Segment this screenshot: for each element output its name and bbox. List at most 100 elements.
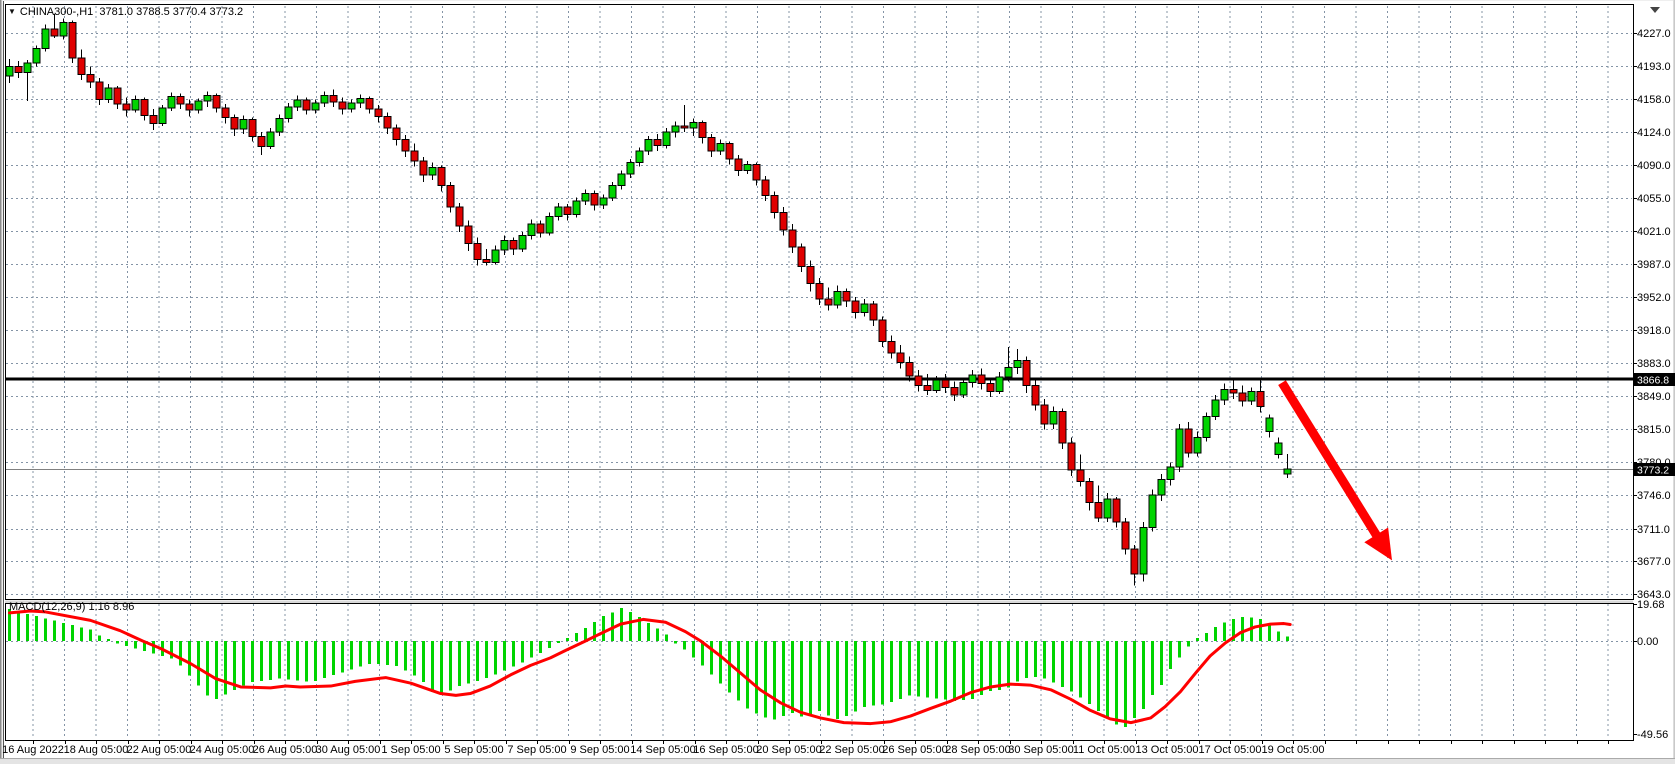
candle-body [303, 100, 310, 110]
macd-bar [305, 641, 308, 682]
candle-body [807, 266, 814, 283]
candle-body [681, 126, 688, 128]
macd-bar [1277, 632, 1280, 641]
price-tick-label: 3815.0 [1637, 424, 1671, 436]
candle-body [420, 161, 427, 175]
candle-body [600, 198, 607, 205]
time-tick-label: 22 Aug 05:00 [127, 744, 192, 756]
candle-body [60, 22, 67, 35]
candle-body [798, 247, 805, 266]
macd-bar [404, 641, 407, 671]
macd-bar [1214, 627, 1217, 641]
time-tick-label: 16 Aug 2022 [2, 744, 64, 756]
candle-body [591, 193, 598, 205]
macd-bar [80, 627, 83, 641]
candle-body [213, 95, 220, 107]
candle-body [321, 95, 328, 103]
macd-bar [926, 641, 929, 697]
macd-bar [827, 641, 830, 715]
macd-bar [899, 641, 902, 699]
macd-bar [1286, 637, 1289, 641]
candle-body [105, 88, 112, 100]
macd-bar [458, 641, 461, 686]
candle-body [393, 128, 400, 140]
macd-bar [989, 641, 992, 691]
candle-body [1095, 503, 1102, 518]
candle-body [1077, 470, 1084, 482]
time-tick-label: 19 Oct 05:00 [1262, 744, 1325, 756]
macd-bar [188, 641, 191, 676]
macd-bar [1169, 641, 1172, 669]
macd-bar [26, 614, 29, 641]
time-tick-label: 17 Oct 05:00 [1199, 744, 1262, 756]
macd-bar [98, 636, 101, 641]
macd-bar [341, 641, 344, 672]
candle-body [555, 207, 562, 217]
candle-body [276, 118, 283, 131]
candle-body [123, 104, 130, 110]
candle-body [1140, 528, 1147, 574]
macd-bar [287, 641, 290, 679]
candle-body [744, 165, 751, 171]
candle-body [672, 126, 679, 132]
macd-bar [35, 616, 38, 641]
macd-bar [269, 641, 272, 680]
price-tick-label: 3711.0 [1637, 524, 1670, 536]
candle-body [564, 207, 571, 215]
macd-bar [215, 641, 218, 699]
chart-canvas[interactable]: 4227.04193.04158.04124.04090.04055.04021… [0, 0, 1675, 764]
macd-bar [746, 641, 749, 708]
time-tick-label: 16 Sep 05:00 [693, 744, 758, 756]
macd-bar [530, 641, 533, 658]
candle-body [195, 101, 202, 110]
macd-bar [800, 641, 803, 716]
macd-bar [476, 641, 479, 681]
candle-body [771, 195, 778, 212]
price-tick-label: 3952.0 [1637, 292, 1671, 304]
candle-body [546, 216, 553, 232]
candle-body [411, 151, 418, 161]
macd-bar [683, 641, 686, 650]
price-tick-label: 3677.0 [1637, 556, 1671, 568]
price-tick-label: 3987.0 [1637, 259, 1671, 271]
macd-bar [944, 641, 947, 700]
time-tick-label: 7 Sep 05:00 [507, 744, 566, 756]
candle-body [510, 240, 517, 249]
macd-bar [881, 641, 884, 705]
price-tick-label: 4055.0 [1637, 193, 1671, 205]
macd-bar [1196, 638, 1199, 641]
macd-bar [1142, 641, 1145, 709]
macd-bar [1079, 641, 1082, 697]
candle-body [1122, 522, 1129, 549]
candle-body [1221, 389, 1228, 400]
candle-body [942, 380, 949, 388]
macd-bar [1187, 641, 1190, 647]
macd-bar [467, 641, 470, 684]
window-bottom-edge [0, 759, 1675, 764]
symbol-dropdown-icon[interactable]: ▼ [8, 7, 16, 16]
candle-body [852, 301, 859, 313]
candle-body [33, 48, 40, 62]
symbol-quote-text: CHINA300-,H1 3781.0 3788.5 3770.4 3773.2 [20, 6, 243, 18]
time-tick-label: 14 Sep 05:00 [630, 744, 695, 756]
candle-body [366, 98, 373, 109]
macd-bar [251, 641, 254, 682]
window-left-edge [0, 0, 2, 764]
macd-bar [575, 633, 578, 641]
macd-bar [1016, 641, 1019, 682]
candle-body [969, 375, 976, 383]
macd-bar [377, 641, 380, 664]
macd-bar [422, 641, 425, 682]
macd-bar [368, 641, 371, 664]
candle-body [1185, 429, 1192, 453]
candle-body [492, 250, 499, 262]
macd-bar [665, 635, 668, 641]
candle-body [1014, 361, 1021, 368]
macd-bar [1043, 641, 1046, 678]
panel-splitter[interactable] [5, 601, 1633, 604]
candle-body [816, 284, 823, 299]
macd-bar [557, 641, 560, 643]
candle-body [690, 122, 697, 128]
time-tick-label: 18 Aug 05:00 [64, 744, 129, 756]
macd-bar [791, 641, 794, 713]
